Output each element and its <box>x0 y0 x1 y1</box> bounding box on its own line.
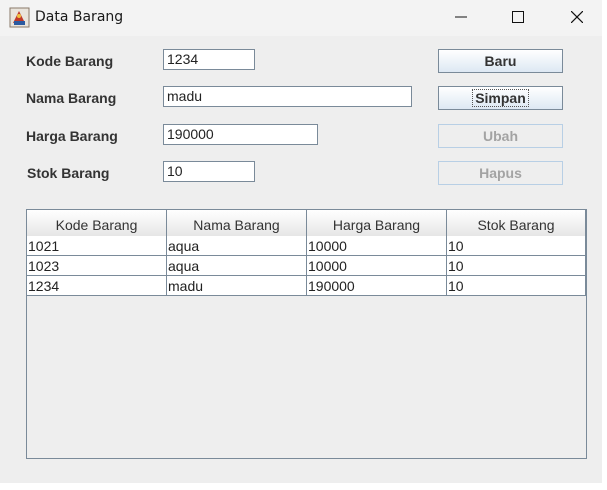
harga-barang-label: Harga Barang <box>26 128 118 144</box>
maximize-icon <box>512 11 524 23</box>
kode-barang-field[interactable]: 1234 <box>163 49 255 70</box>
table-row[interactable]: 1023 aqua 10000 10 <box>27 256 586 276</box>
minimize-icon <box>455 16 467 18</box>
table-row[interactable]: 1234 madu 190000 10 <box>27 276 586 296</box>
window-right-edge <box>602 0 607 490</box>
simpan-button[interactable]: Simpan <box>438 86 563 110</box>
java-app-icon <box>9 7 30 28</box>
table-cell-nama: aqua <box>167 256 307 275</box>
stok-barang-label: Stok Barang <box>27 165 110 181</box>
table-cell-harga: 190000 <box>307 276 447 295</box>
minimize-button[interactable] <box>438 0 484 34</box>
table-cell-kode: 1023 <box>27 256 167 275</box>
stok-barang-field[interactable]: 10 <box>163 161 255 182</box>
column-header-kode[interactable]: Kode Barang <box>27 210 167 236</box>
title-bar: Data Barang <box>0 0 607 36</box>
nama-barang-label: Nama Barang <box>26 90 117 106</box>
baru-button[interactable]: Baru <box>438 49 563 73</box>
table-cell-harga: 10000 <box>307 236 447 255</box>
hapus-button-label: Hapus <box>479 165 522 181</box>
column-header-harga[interactable]: Harga Barang <box>307 210 447 236</box>
table-cell-harga: 10000 <box>307 256 447 275</box>
ubah-button-label: Ubah <box>483 128 518 144</box>
hapus-button[interactable]: Hapus <box>438 161 563 185</box>
barang-table[interactable]: Kode Barang Nama Barang Harga Barang Sto… <box>26 209 587 459</box>
window-title: Data Barang <box>35 9 124 25</box>
table-cell-stok: 10 <box>447 276 586 295</box>
table-header: Kode Barang Nama Barang Harga Barang Sto… <box>27 210 586 237</box>
window-bottom-edge <box>0 483 607 490</box>
harga-barang-field[interactable]: 190000 <box>163 124 318 145</box>
simpan-button-label: Simpan <box>472 89 529 107</box>
close-button[interactable] <box>554 0 600 34</box>
close-icon <box>571 11 583 23</box>
table-cell-kode: 1234 <box>27 276 167 295</box>
table-row[interactable]: 1021 aqua 10000 10 <box>27 236 586 256</box>
table-cell-nama: aqua <box>167 236 307 255</box>
ubah-button[interactable]: Ubah <box>438 124 563 148</box>
nama-barang-field[interactable]: madu <box>163 86 412 107</box>
table-cell-kode: 1021 <box>27 236 167 255</box>
kode-barang-label: Kode Barang <box>26 53 114 69</box>
maximize-button[interactable] <box>495 0 541 34</box>
table-cell-stok: 10 <box>447 236 586 255</box>
table-cell-nama: madu <box>167 276 307 295</box>
baru-button-label: Baru <box>484 53 517 69</box>
column-header-nama[interactable]: Nama Barang <box>167 210 307 236</box>
table-cell-stok: 10 <box>447 256 586 275</box>
column-header-stok[interactable]: Stok Barang <box>447 210 586 236</box>
